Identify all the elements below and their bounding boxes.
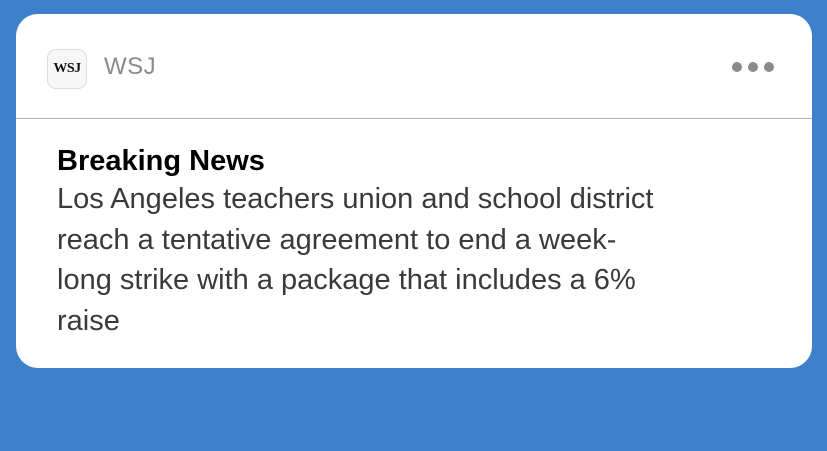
wsj-app-icon: WSJ [47,49,87,89]
more-options-button[interactable] [720,50,786,84]
more-horizontal-icon-dot [732,62,742,72]
notification-body: Los Angeles teachers union and school di… [57,183,654,337]
notification-content: Breaking News Los Angeles teachers union… [57,143,787,341]
notification-header: WSJ WSJ [16,14,812,119]
app-name: WSJ [104,53,157,80]
more-horizontal-icon-dot [764,62,774,72]
more-horizontal-icon-dot [748,62,758,72]
notification-title: Breaking News [57,145,265,177]
notification-card[interactable]: WSJ WSJ Breaking News Los Angeles teache… [16,14,812,368]
